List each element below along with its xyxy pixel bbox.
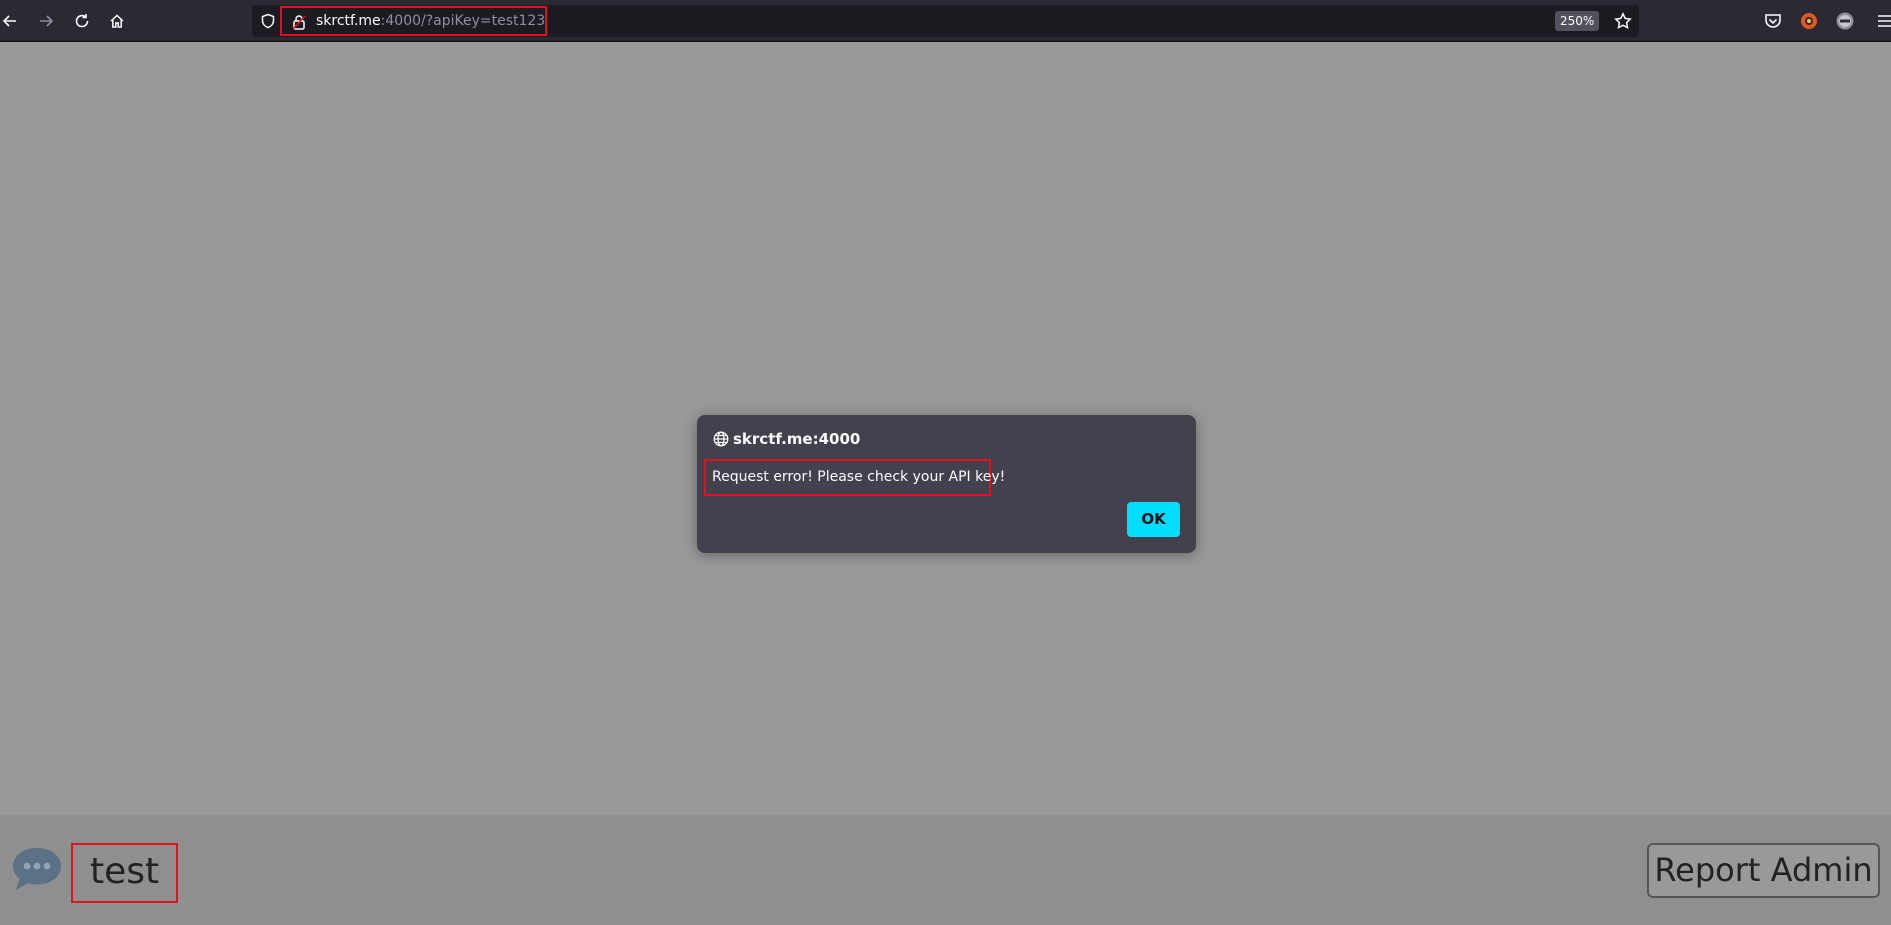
dialog-message: Request error! Please check your API key… xyxy=(712,469,1006,485)
tracking-protection-shield-icon[interactable] xyxy=(260,13,276,29)
browser-toolbar: skrctf.me:4000/?apiKey=test123 250% xyxy=(0,0,1891,42)
reload-icon[interactable] xyxy=(68,7,96,35)
home-icon[interactable] xyxy=(103,7,131,35)
back-arrow-icon[interactable] xyxy=(0,7,24,35)
report-admin-button[interactable]: Report Admin xyxy=(1647,843,1880,898)
insecure-lock-icon[interactable] xyxy=(292,14,306,30)
alert-dialog: skrctf.me:4000 Request error! Please che… xyxy=(697,415,1196,553)
bottom-bar xyxy=(0,815,1891,925)
url-path: :4000/?apiKey=test123 xyxy=(380,13,546,29)
menu-hamburger-icon[interactable] xyxy=(1875,11,1891,31)
firefox-extension-icon[interactable] xyxy=(1799,11,1819,31)
ok-button[interactable]: OK xyxy=(1127,502,1180,537)
adblock-plus-icon[interactable] xyxy=(1835,11,1855,31)
zoom-level-badge[interactable]: 250% xyxy=(1555,11,1600,31)
pocket-icon[interactable] xyxy=(1763,11,1783,31)
username: test xyxy=(90,851,160,892)
url-highlight-box: skrctf.me:4000/?apiKey=test123 xyxy=(280,6,547,36)
dialog-origin: skrctf.me:4000 xyxy=(733,430,861,448)
address-bar[interactable]: skrctf.me:4000/?apiKey=test123 250% xyxy=(252,5,1639,37)
url-text[interactable]: skrctf.me:4000/?apiKey=test123 xyxy=(316,13,545,30)
url-host: skrctf.me xyxy=(316,13,381,29)
globe-icon xyxy=(713,431,729,447)
chat-bubble-icon xyxy=(13,848,61,890)
bookmark-star-icon[interactable] xyxy=(1614,12,1632,30)
forward-arrow-icon[interactable] xyxy=(32,7,60,35)
